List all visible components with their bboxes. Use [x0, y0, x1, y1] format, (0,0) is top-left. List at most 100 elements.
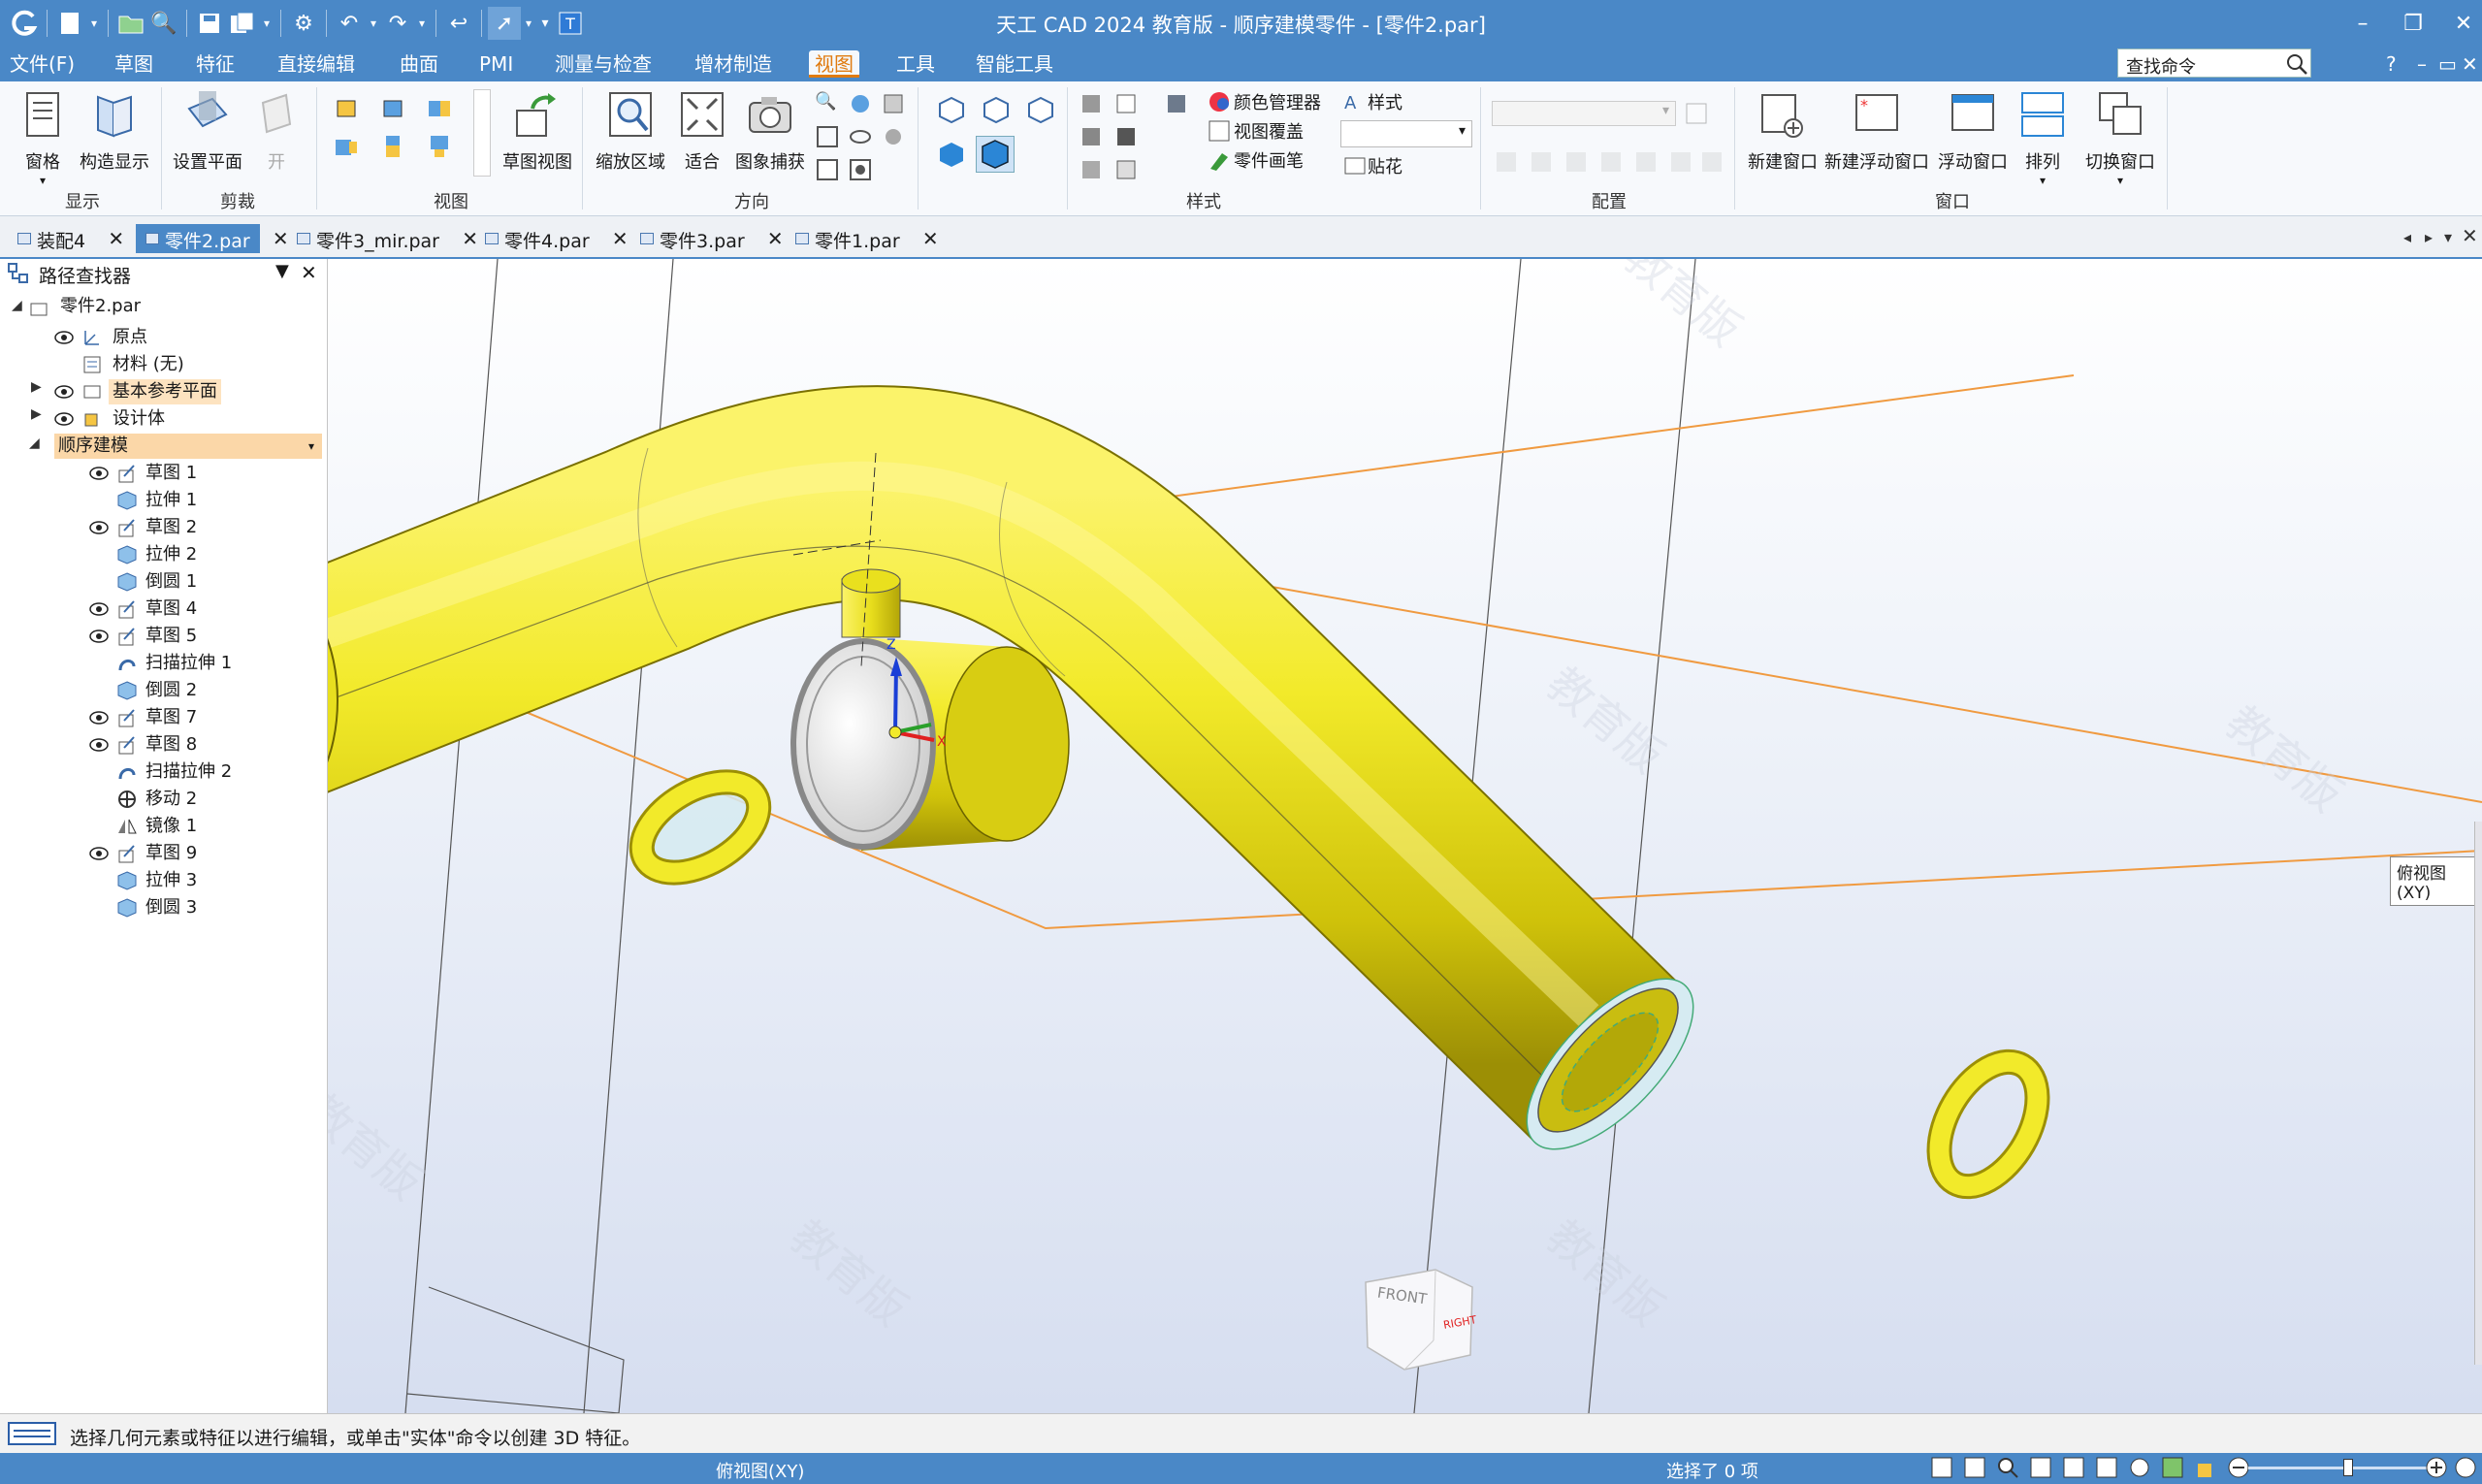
- rotate-icon[interactable]: [881, 91, 906, 116]
- tree-feature-item[interactable]: 扫描拉伸 2: [145, 759, 232, 785]
- status-fit-icon[interactable]: [2029, 1456, 2052, 1484]
- tab-close-icon[interactable]: ✕: [612, 227, 629, 250]
- tree-feature-item[interactable]: 倒圆 3: [145, 895, 197, 920]
- collapse-arrow-icon[interactable]: ◢: [29, 436, 40, 451]
- zoom-out-icon[interactable]: [2227, 1456, 2250, 1484]
- view-override-label[interactable]: 视图覆盖: [1234, 118, 1304, 144]
- help-icon[interactable]: ?: [2386, 52, 2397, 76]
- decal-label[interactable]: 贴花: [1368, 153, 1402, 178]
- status-rotate-icon[interactable]: [2095, 1456, 2118, 1484]
- tab-part3-mir[interactable]: 零件3_mir.par ✕: [287, 224, 478, 253]
- part-painter-icon[interactable]: [1207, 147, 1232, 173]
- switch-window-button[interactable]: 切换窗口 ▾: [2079, 89, 2161, 187]
- zoom-fit-icon[interactable]: [815, 124, 840, 149]
- tab-close-icon[interactable]: ✕: [922, 227, 939, 250]
- view-previous-icon[interactable]: [848, 157, 873, 182]
- tree-feature-item[interactable]: 拉伸 1: [145, 488, 197, 513]
- view-tool-3-icon[interactable]: [427, 95, 452, 120]
- tab-part3[interactable]: 零件3.par ✕: [630, 224, 784, 253]
- tab-close-icon[interactable]: ✕: [108, 227, 124, 250]
- status-style-icon[interactable]: [2161, 1456, 2184, 1484]
- tab-part2[interactable]: 零件2.par ✕: [136, 224, 289, 253]
- ordered-modeling-menu-icon[interactable]: ▾: [308, 434, 314, 459]
- expand-arrow-icon[interactable]: ▶: [31, 379, 42, 395]
- eye-icon[interactable]: [89, 711, 109, 725]
- render-5-icon[interactable]: [1113, 124, 1139, 149]
- clip-on-button[interactable]: 开: [250, 89, 303, 174]
- color-manager-label[interactable]: 颜色管理器: [1234, 89, 1321, 114]
- search-icon[interactable]: [2284, 51, 2309, 77]
- tree-feature-item[interactable]: 草图 8: [145, 732, 197, 758]
- pathfinder-menu-icon[interactable]: ▼: [275, 261, 289, 281]
- view-tool-1-icon[interactable]: [334, 95, 359, 120]
- status-pan-icon[interactable]: [2062, 1456, 2085, 1484]
- config-tool-icon[interactable]: [1684, 101, 1709, 126]
- tab-scroll-right-icon[interactable]: ▸: [2425, 228, 2433, 246]
- render-4-icon[interactable]: [1079, 124, 1104, 149]
- status-tool-2-icon[interactable]: [1963, 1456, 1986, 1484]
- tab-close-all-icon[interactable]: ✕: [2462, 224, 2478, 247]
- tree-ordered-modeling[interactable]: 顺序建模 ▾: [54, 434, 322, 459]
- tree-feature-item[interactable]: 扫描拉伸 1: [145, 651, 232, 676]
- render-2-icon[interactable]: [1113, 91, 1139, 116]
- eye-icon[interactable]: [54, 331, 74, 344]
- construction-display-button[interactable]: 构造显示: [74, 89, 155, 174]
- tree-root[interactable]: 零件2.par: [60, 294, 141, 319]
- tab-scroll-left-icon[interactable]: ◂: [2403, 228, 2411, 246]
- tree-feature-item[interactable]: 拉伸 3: [145, 868, 197, 893]
- shaded-edges-view-icon[interactable]: [976, 136, 1015, 173]
- config-g-icon[interactable]: [1699, 149, 1725, 175]
- render-6-icon[interactable]: [1079, 157, 1104, 182]
- collapse-arrow-icon[interactable]: ◢: [12, 298, 22, 313]
- spin-icon[interactable]: [848, 124, 873, 149]
- tree-base-ref-planes[interactable]: 基本参考平面: [109, 379, 221, 404]
- doc-restore-icon[interactable]: ▭: [2438, 52, 2457, 76]
- zoom-in-icon[interactable]: [2425, 1456, 2448, 1484]
- tree-feature-item[interactable]: 倒圆 2: [145, 678, 197, 703]
- doc-close-icon[interactable]: ✕: [2462, 52, 2478, 76]
- eye-icon[interactable]: [89, 521, 109, 534]
- render-7-icon[interactable]: [1113, 157, 1139, 182]
- menu-tools[interactable]: 工具: [890, 50, 941, 78]
- doc-minimize-icon[interactable]: –: [2417, 52, 2427, 76]
- menu-view[interactable]: 视图: [809, 50, 859, 78]
- zoom-slider[interactable]: [2248, 1459, 2433, 1476]
- graphics-viewport[interactable]: Z X FRONT RIGHT 教育版 教育版 教育版 教育版 教育版 教育版 …: [328, 259, 2482, 1413]
- tree-origin[interactable]: 原点: [113, 325, 147, 350]
- minimize-icon[interactable]: –: [2337, 8, 2388, 39]
- eye-icon[interactable]: [54, 385, 74, 399]
- status-zoom-icon[interactable]: [1996, 1456, 2019, 1484]
- view-fit-small-icon[interactable]: [815, 157, 840, 182]
- zoom-area-button[interactable]: 缩放区域: [592, 89, 669, 174]
- sketch-view-button[interactable]: 草图视图: [499, 89, 576, 174]
- tree-feature-item[interactable]: 镜像 1: [145, 814, 197, 839]
- style-label[interactable]: 样式: [1368, 89, 1402, 114]
- part-painter-label[interactable]: 零件画笔: [1234, 147, 1304, 173]
- config-e-icon[interactable]: [1633, 149, 1659, 175]
- menu-surface[interactable]: 曲面: [394, 50, 444, 78]
- new-floating-window-button[interactable]: * 新建浮动窗口: [1823, 89, 1930, 174]
- menu-additive[interactable]: 增材制造: [689, 50, 778, 78]
- decal-icon[interactable]: [1342, 153, 1368, 178]
- view-tool-2-icon[interactable]: [380, 95, 405, 120]
- config-b-icon[interactable]: [1529, 149, 1554, 175]
- eye-icon[interactable]: [89, 847, 109, 860]
- tab-part4[interactable]: 零件4.par ✕: [475, 224, 629, 253]
- tab-list-icon[interactable]: ▾: [2444, 228, 2452, 246]
- arrange-button[interactable]: 排列 ▾: [2015, 89, 2070, 187]
- tab-assembly4[interactable]: 装配4 ✕: [8, 224, 124, 253]
- close-icon[interactable]: ✕: [2438, 8, 2482, 39]
- restore-icon[interactable]: ❐: [2388, 8, 2438, 39]
- status-orbit-icon[interactable]: [2128, 1456, 2151, 1484]
- fit-all-icon[interactable]: [2454, 1456, 2477, 1484]
- eye-icon[interactable]: [89, 602, 109, 616]
- tree-feature-item[interactable]: 倒圆 1: [145, 569, 197, 595]
- tree-feature-item[interactable]: 移动 2: [145, 787, 197, 812]
- pan-icon[interactable]: [848, 91, 873, 116]
- view-scroll-box[interactable]: [473, 89, 491, 177]
- shaded-view-icon[interactable]: [937, 140, 966, 169]
- eye-icon[interactable]: [89, 629, 109, 643]
- render-1-icon[interactable]: [1079, 91, 1104, 116]
- fit-button[interactable]: 适合: [675, 89, 729, 174]
- tree-feature-item[interactable]: 草图 9: [145, 841, 197, 866]
